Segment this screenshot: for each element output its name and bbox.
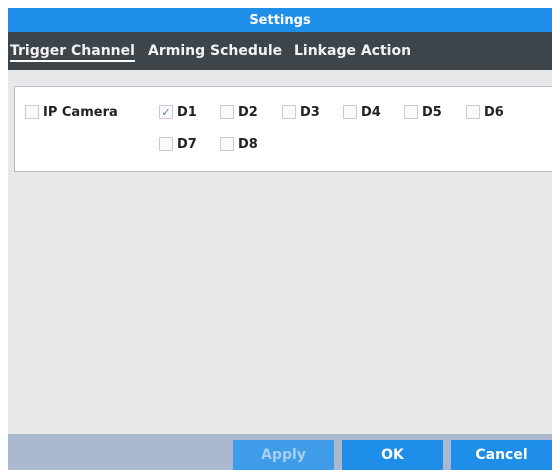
trigger-channel-panel: IP Camera ✓ D1 D2 D3 D4 D5 D6 D7 D8	[14, 86, 552, 172]
checkmark-icon: ✓	[159, 105, 173, 119]
channel-label: D6	[484, 104, 504, 120]
channel-checkbox-d7[interactable]: D7	[159, 135, 197, 153]
channel-checkbox-d1[interactable]: ✓ D1	[159, 103, 197, 121]
channel-label: D1	[177, 104, 197, 120]
dialog-footer: Apply OK Cancel	[8, 434, 552, 470]
tab-linkage-action[interactable]: Linkage Action	[294, 32, 411, 70]
channel-label: D8	[238, 136, 258, 152]
checkbox-box	[404, 105, 418, 119]
dialog-title: Settings	[8, 8, 552, 32]
channel-label: D2	[238, 104, 258, 120]
ip-camera-checkbox[interactable]: IP Camera	[25, 103, 118, 121]
tab-trigger-channel[interactable]: Trigger Channel	[10, 32, 135, 70]
checkbox-box	[25, 105, 39, 119]
channel-label: D5	[422, 104, 442, 120]
checkbox-box	[343, 105, 357, 119]
cancel-button[interactable]: Cancel	[451, 440, 552, 470]
channel-label: D7	[177, 136, 197, 152]
channel-checkbox-d2[interactable]: D2	[220, 103, 258, 121]
ok-button[interactable]: OK	[342, 440, 443, 470]
channel-checkbox-d5[interactable]: D5	[404, 103, 442, 121]
settings-dialog: Settings Trigger Channel Arming Schedule…	[8, 8, 552, 470]
tab-bar: Trigger Channel Arming Schedule Linkage …	[8, 32, 552, 70]
checkbox-box	[466, 105, 480, 119]
checkbox-box	[282, 105, 296, 119]
channel-checkbox-d8[interactable]: D8	[220, 135, 258, 153]
channel-checkbox-d4[interactable]: D4	[343, 103, 381, 121]
channel-checkbox-d6[interactable]: D6	[466, 103, 504, 121]
channel-label: D4	[361, 104, 381, 120]
apply-button[interactable]: Apply	[233, 440, 334, 470]
channel-label: D3	[300, 104, 320, 120]
checkbox-box	[159, 137, 173, 151]
tab-arming-schedule[interactable]: Arming Schedule	[148, 32, 282, 70]
ip-camera-label: IP Camera	[43, 104, 118, 120]
checkbox-box	[220, 105, 234, 119]
checkbox-box	[220, 137, 234, 151]
channel-checkbox-d3[interactable]: D3	[282, 103, 320, 121]
